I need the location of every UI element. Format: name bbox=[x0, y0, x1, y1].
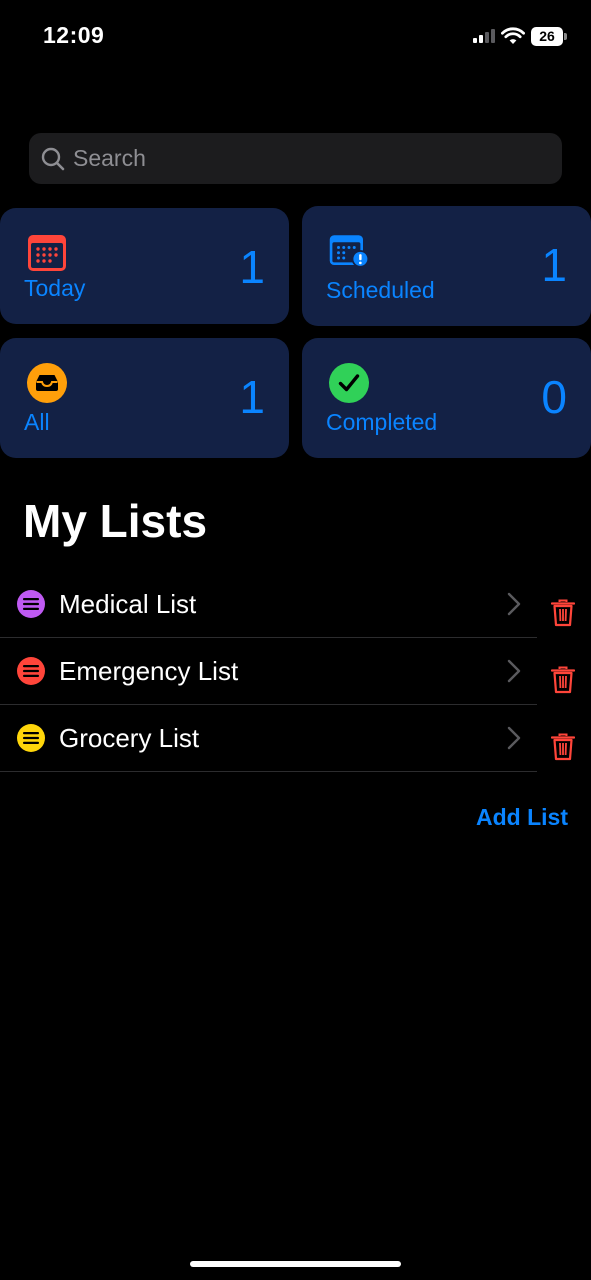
add-list-button[interactable]: Add List bbox=[476, 804, 568, 831]
list-item-label: Medical List bbox=[59, 588, 197, 619]
home-indicator[interactable] bbox=[190, 1261, 401, 1267]
today-label: Today bbox=[24, 275, 86, 301]
chevron-right-icon bbox=[507, 726, 521, 750]
list-bullet-icon bbox=[17, 657, 45, 685]
list-item-medical[interactable]: Medical List bbox=[0, 571, 537, 638]
completed-card[interactable]: Completed 0 bbox=[302, 338, 591, 458]
list-item: Medical List bbox=[0, 571, 591, 638]
scheduled-label: Scheduled bbox=[326, 277, 435, 303]
list-bullet-icon bbox=[17, 590, 45, 618]
chevron-right-icon bbox=[507, 659, 521, 683]
list-item-label: Grocery List bbox=[59, 722, 200, 753]
list-bullet-icon bbox=[17, 724, 45, 752]
list-lines-icon bbox=[23, 598, 39, 610]
chevron-right-icon bbox=[507, 592, 521, 616]
all-count: 1 bbox=[239, 371, 265, 423]
checkmark-icon bbox=[329, 363, 369, 403]
cellular-signal-icon bbox=[473, 29, 495, 43]
all-label: All bbox=[24, 409, 50, 435]
status-indicators: 26 bbox=[473, 24, 567, 48]
list-lines-icon bbox=[23, 665, 39, 677]
completed-label: Completed bbox=[326, 409, 438, 435]
today-count: 1 bbox=[239, 241, 265, 293]
battery-icon: 26 bbox=[531, 26, 567, 46]
trash-icon[interactable] bbox=[551, 666, 575, 694]
trash-icon[interactable] bbox=[551, 599, 575, 627]
list-item-emergency[interactable]: Emergency List bbox=[0, 638, 537, 705]
wifi-icon bbox=[501, 27, 525, 44]
list-item: Emergency List bbox=[0, 638, 591, 705]
my-lists-title: My Lists bbox=[23, 495, 208, 547]
battery-tip bbox=[564, 32, 567, 40]
scheduled-card[interactable]: Scheduled 1 bbox=[302, 206, 591, 326]
list-lines-icon bbox=[23, 732, 39, 744]
search-bar[interactable] bbox=[29, 133, 562, 184]
calendar-clock-icon bbox=[329, 235, 370, 268]
trash-icon[interactable] bbox=[551, 733, 575, 761]
scheduled-count: 1 bbox=[541, 239, 567, 291]
list-item-label: Emergency List bbox=[59, 655, 239, 686]
search-icon bbox=[41, 147, 65, 170]
status-time: 12:09 bbox=[43, 22, 105, 48]
list-item-grocery[interactable]: Grocery List bbox=[0, 705, 537, 772]
list-item: Grocery List bbox=[0, 705, 591, 772]
tray-icon bbox=[27, 363, 67, 403]
battery-level: 26 bbox=[531, 26, 563, 46]
my-lists: Medical List Emergency List Grocery List bbox=[0, 571, 591, 772]
search-input[interactable] bbox=[73, 145, 533, 172]
all-card[interactable]: All 1 bbox=[0, 338, 289, 458]
completed-count: 0 bbox=[541, 371, 567, 423]
today-card[interactable]: Today 1 bbox=[0, 208, 289, 324]
calendar-icon bbox=[28, 235, 66, 271]
